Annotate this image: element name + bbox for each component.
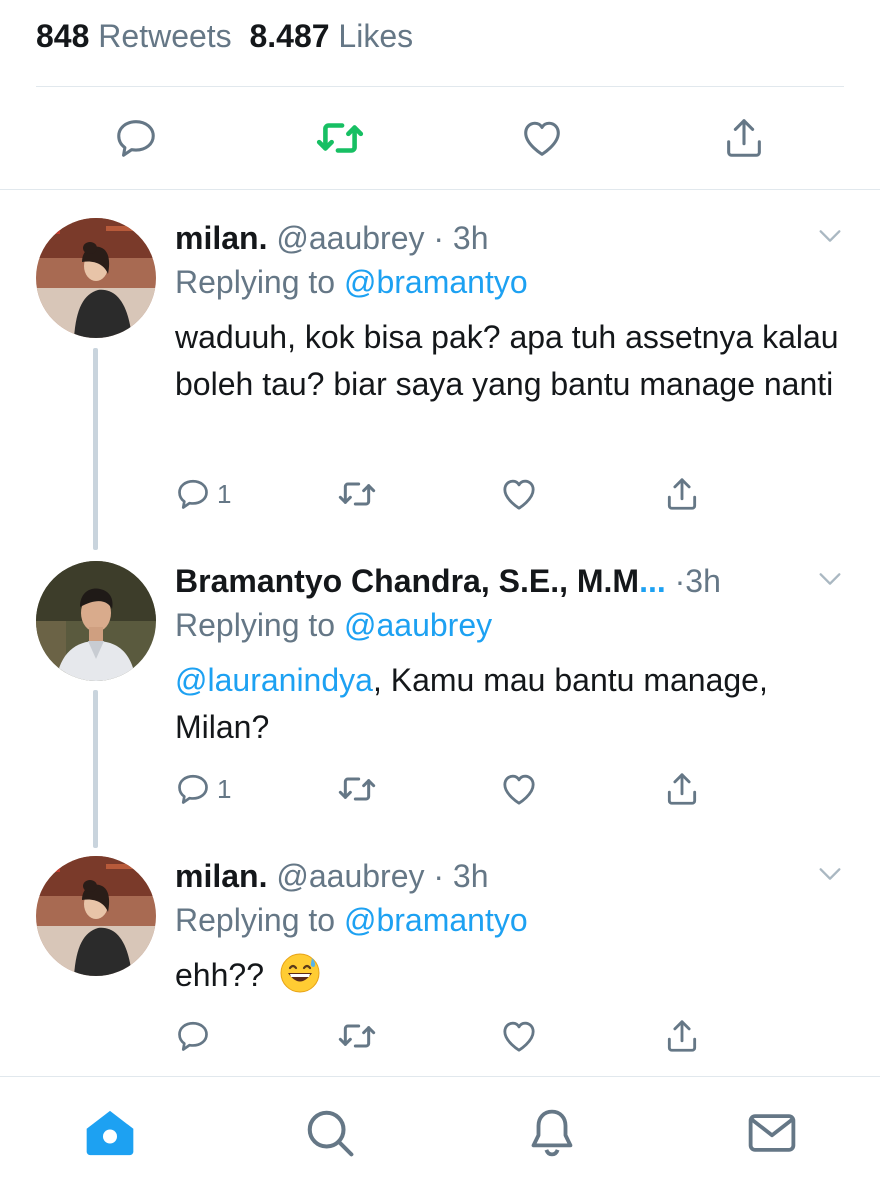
chevron-down-icon[interactable] [816, 565, 844, 593]
share-icon [667, 478, 697, 510]
share-button[interactable] [718, 112, 770, 164]
tweet-text-content: ehh?? [175, 957, 273, 993]
display-name[interactable]: milan. [175, 220, 267, 256]
retweet-button[interactable] [337, 472, 377, 516]
handle[interactable]: @aaubrey [276, 858, 424, 894]
replying-to-label: Replying to [175, 902, 344, 938]
chevron-down-icon[interactable] [816, 860, 844, 888]
share-button[interactable] [663, 767, 701, 811]
reply-icon [178, 1021, 208, 1051]
reply-tweet[interactable]: Bramantyo Chandra, S.E., M.M... ·3h Repl… [0, 561, 880, 821]
replying-to-mention[interactable]: @bramantyo [344, 902, 528, 938]
retweet-button[interactable] [314, 112, 366, 164]
timestamp[interactable]: 3h [453, 220, 489, 256]
reply-tweet[interactable]: milan. @aaubrey · 3h Replying to @braman… [0, 856, 880, 1066]
replying-to-mention[interactable]: @bramantyo [344, 264, 528, 300]
tab-home[interactable] [82, 1105, 138, 1161]
replying-to-label: Replying to [175, 607, 344, 643]
timestamp[interactable]: 3h [685, 563, 721, 599]
retweet-button[interactable] [337, 1014, 377, 1058]
avatar-photo [36, 856, 156, 976]
timestamp[interactable]: 3h [453, 858, 489, 894]
notifications-icon [531, 1109, 573, 1157]
retweet-icon [338, 482, 376, 506]
divider [36, 86, 844, 87]
tweet-text: @lauranindya, Kamu mau bantu manage, Mil… [175, 657, 845, 751]
replying-to: Replying to @bramantyo [175, 902, 528, 939]
tweet-text-content: waduuh, kok bisa pak? apa tuh assetnya k… [175, 319, 839, 402]
tweet-header: milan. @aaubrey · 3h [175, 220, 489, 257]
handle[interactable]: @aaubrey [276, 220, 424, 256]
reply-button[interactable] [175, 1014, 217, 1058]
search-icon [307, 1110, 354, 1157]
separator-dot: · [674, 563, 686, 599]
tweet-actions [175, 1014, 735, 1058]
reply-icon [117, 120, 155, 157]
grinning-face-with-sweat-emoji [280, 953, 320, 993]
like-button[interactable] [499, 767, 539, 811]
share-icon [667, 773, 697, 805]
tweet-actions: 1 [175, 767, 735, 811]
share-button[interactable] [663, 1014, 701, 1058]
reply-button[interactable]: 1 [175, 767, 231, 811]
replying-to: Replying to @aaubrey [175, 607, 492, 644]
display-name[interactable]: Bramantyo Chandra, S.E., M.M [175, 563, 639, 599]
share-icon [667, 1020, 697, 1052]
bottom-tab-bar [0, 1077, 880, 1200]
tweet-text: waduuh, kok bisa pak? apa tuh assetnya k… [175, 314, 845, 408]
avatar[interactable] [36, 218, 156, 338]
avatar-photo [36, 218, 156, 338]
reply-button[interactable]: 1 [175, 472, 231, 516]
engagement-stats: 848 Retweets 8.487 Likes [36, 18, 413, 55]
replying-to-label: Replying to [175, 264, 344, 300]
tweet-header: milan. @aaubrey · 3h [175, 858, 489, 895]
tab-search[interactable] [302, 1105, 358, 1161]
tweet-text: ehh?? [175, 952, 845, 999]
retweet-icon [316, 123, 364, 153]
avatar[interactable] [36, 856, 156, 976]
avatar[interactable] [36, 561, 156, 681]
like-icon [503, 774, 535, 805]
retweet-icon [338, 777, 376, 801]
like-button[interactable] [516, 112, 568, 164]
reply-button[interactable] [110, 112, 162, 164]
messages-icon [748, 1114, 796, 1152]
home-icon [86, 1110, 134, 1156]
like-icon [503, 1021, 535, 1052]
tweet-mention[interactable]: @lauranindya [175, 662, 373, 698]
like-button[interactable] [499, 1014, 539, 1058]
name-ellipsis: ... [639, 563, 666, 599]
replying-to-mention[interactable]: @aaubrey [344, 607, 492, 643]
tweet-header: Bramantyo Chandra, S.E., M.M... ·3h [175, 563, 721, 600]
divider [0, 189, 880, 190]
like-button[interactable] [499, 472, 539, 516]
likes-label[interactable]: Likes [338, 18, 413, 54]
retweet-button[interactable] [337, 767, 377, 811]
separator-dot: · [433, 858, 445, 894]
likes-count[interactable]: 8.487 [249, 18, 329, 54]
separator-dot: · [433, 220, 445, 256]
retweets-label[interactable]: Retweets [98, 18, 231, 54]
tab-notifications[interactable] [524, 1105, 580, 1161]
display-name[interactable]: milan. [175, 858, 267, 894]
like-icon [503, 479, 535, 510]
like-icon [524, 121, 560, 156]
tab-messages[interactable] [744, 1105, 800, 1161]
share-button[interactable] [663, 472, 701, 516]
tweet-actions: 1 [175, 472, 735, 516]
chevron-down-icon[interactable] [816, 222, 844, 250]
reply-count: 1 [217, 478, 232, 509]
retweet-icon [338, 1024, 376, 1048]
reply-count: 1 [217, 773, 232, 804]
avatar-photo [36, 561, 156, 681]
reply-icon [178, 774, 208, 804]
retweets-count[interactable]: 848 [36, 18, 89, 54]
replying-to: Replying to @bramantyo [175, 264, 528, 301]
share-icon [727, 119, 761, 157]
main-tweet-actions [0, 112, 880, 164]
reply-icon [178, 479, 208, 509]
reply-tweet[interactable]: milan. @aaubrey · 3h Replying to @braman… [0, 218, 880, 538]
